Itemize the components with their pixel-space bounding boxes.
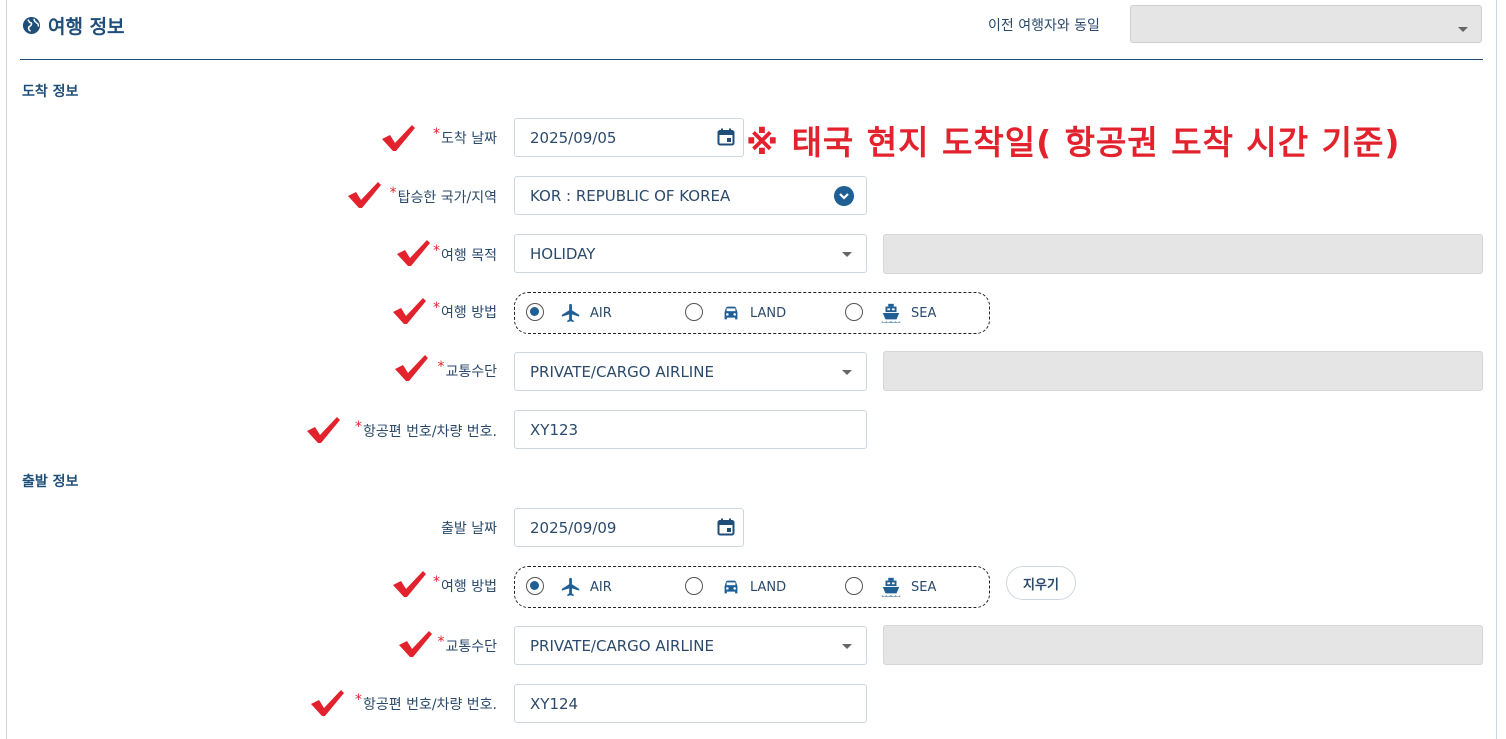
purpose-select[interactable]: HOLIDAY (514, 234, 867, 273)
purpose-other-input (883, 234, 1483, 274)
calendar-icon[interactable] (717, 518, 735, 536)
radio-land-label: LAND (750, 306, 787, 321)
departure-flight-label: *항공편 번호/차량 번호. (355, 692, 497, 713)
departure-transport-value: PRIVATE/CARGO AIRLINE (530, 636, 714, 655)
departure-method-label: *여행 방법 (433, 574, 497, 595)
caret-down-icon (842, 370, 852, 375)
arrival-flight-value: XY123 (530, 420, 579, 439)
ship-icon (880, 576, 902, 598)
departure-date-label: 출발 날짜 (441, 521, 497, 537)
departure-section-title: 출발 정보 (22, 474, 79, 490)
departure-method-radio-group: AIR LAND SEA (514, 566, 990, 608)
car-icon (720, 576, 742, 598)
arrival-flight-label: *항공편 번호/차량 번호. (355, 419, 497, 440)
caret-down-icon (842, 252, 852, 257)
globe-icon (22, 16, 41, 35)
radio-air-label: AIR (590, 580, 612, 595)
radio-air-label: AIR (590, 306, 612, 321)
checkmark-icon (346, 180, 382, 210)
radio-sea[interactable] (845, 577, 863, 595)
arrival-date-note: ※ 태국 현지 도착일( 항공권 도착 시간 기준) (746, 123, 1401, 162)
purpose-value: HOLIDAY (530, 244, 596, 263)
plane-icon (560, 302, 582, 324)
arrival-flight-input[interactable]: XY123 (514, 410, 867, 449)
departure-flight-value: XY124 (530, 694, 579, 713)
departure-date-input[interactable]: 2025/09/09 (514, 508, 744, 547)
page-title: 여행 정보 (48, 16, 125, 38)
radio-land[interactable] (685, 577, 703, 595)
chevron-down-icon (834, 186, 854, 206)
arrival-transport-select[interactable]: PRIVATE/CARGO AIRLINE (514, 352, 867, 391)
country-label: *탑승한 국가/지역 (389, 185, 497, 206)
calendar-icon[interactable] (717, 128, 735, 146)
departure-transport-select[interactable]: PRIVATE/CARGO AIRLINE (514, 626, 867, 665)
divider (20, 59, 1483, 60)
arrival-date-label: *도착 날짜 (433, 126, 497, 147)
car-icon (720, 302, 742, 324)
radio-land-label: LAND (750, 580, 787, 595)
radio-land[interactable] (685, 303, 703, 321)
arrival-method-radio-group: AIR LAND SEA (514, 292, 990, 334)
prev-traveler-label: 이전 여행자와 동일 (988, 18, 1100, 34)
departure-transport-label: *교통수단 (437, 634, 497, 655)
purpose-label: *여행 목적 (433, 243, 497, 264)
checkmark-icon (393, 353, 429, 383)
radio-sea[interactable] (845, 303, 863, 321)
caret-down-icon (842, 644, 852, 649)
checkmark-icon (395, 238, 431, 268)
checkmark-icon (397, 629, 433, 659)
arrival-method-label: *여행 방법 (433, 300, 497, 321)
caret-down-icon (1458, 27, 1468, 32)
clear-button[interactable]: 지우기 (1006, 566, 1076, 600)
checkmark-icon (305, 415, 341, 445)
radio-sea-label: SEA (911, 306, 937, 321)
prev-traveler-select[interactable] (1130, 5, 1482, 43)
arrival-transport-value: PRIVATE/CARGO AIRLINE (530, 362, 714, 381)
checkmark-icon (380, 123, 416, 153)
section-header: 여행 정보 (22, 12, 125, 39)
checkmark-icon (391, 569, 427, 599)
ship-icon (880, 302, 902, 324)
radio-sea-label: SEA (911, 580, 937, 595)
arrival-date-value: 2025/09/05 (530, 128, 617, 147)
plane-icon (560, 576, 582, 598)
arrival-transport-label: *교통수단 (437, 359, 497, 380)
country-value: KOR : REPUBLIC OF KOREA (530, 186, 731, 205)
country-select[interactable]: KOR : REPUBLIC OF KOREA (514, 176, 867, 215)
arrival-transport-other-input (883, 351, 1483, 391)
departure-date-value: 2025/09/09 (530, 518, 617, 537)
departure-transport-other-input (883, 625, 1483, 665)
arrival-date-input[interactable]: 2025/09/05 (514, 118, 744, 157)
radio-air[interactable] (526, 577, 544, 595)
checkmark-icon (391, 296, 427, 326)
checkmark-icon (309, 688, 345, 718)
radio-air[interactable] (526, 303, 544, 321)
departure-flight-input[interactable]: XY124 (514, 684, 867, 723)
arrival-section-title: 도착 정보 (22, 84, 79, 100)
